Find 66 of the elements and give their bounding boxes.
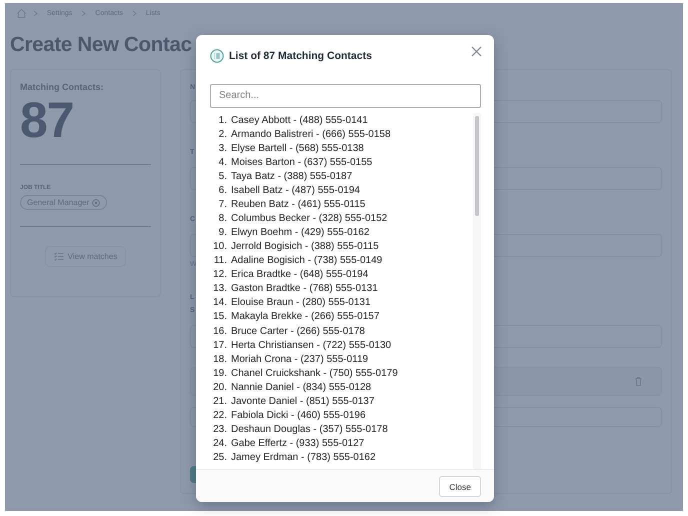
list-number: 2. xyxy=(218,128,227,142)
contact-entry[interactable]: Moises Barton - (637) 555-0155 xyxy=(231,156,372,170)
chevron-icon xyxy=(81,10,86,16)
list-number: 16. xyxy=(212,324,227,339)
trash-icon[interactable] xyxy=(635,377,642,386)
contact-entry[interactable]: Herta Christiansen - (722) 555-0130 xyxy=(231,338,392,353)
list-number: 22. xyxy=(212,408,227,423)
list-number: 25. xyxy=(212,450,227,465)
contact-entry[interactable]: Gaston Bradtke - (768) 555-0131 xyxy=(231,282,378,296)
close-button[interactable]: Close xyxy=(439,476,481,497)
close-icon[interactable] xyxy=(471,46,482,58)
list-number: 11. xyxy=(212,254,227,268)
contact-entry[interactable]: Isabell Batz - (487) 555-0194 xyxy=(231,184,360,198)
contact-entry[interactable]: Deshaun Douglas - (357) 555-0178 xyxy=(231,422,388,437)
contact-entry[interactable]: Armando Balistreri - (666) 555-0158 xyxy=(231,128,391,142)
contact-entry[interactable]: Elwyn Boehm - (429) 555-0162 xyxy=(231,226,370,240)
list-number: 21. xyxy=(212,394,227,409)
contact-entry[interactable]: Erica Bradtke - (648) 555-0194 xyxy=(231,268,368,282)
list-number: 20. xyxy=(212,380,227,395)
modal-title: List of 87 Matching Contacts xyxy=(229,50,373,62)
list-number: 13. xyxy=(212,282,227,296)
list-icon xyxy=(210,48,224,63)
contact-entry[interactable]: Javonte Daniel - (851) 555-0137 xyxy=(231,394,374,409)
list-number: 18. xyxy=(212,352,227,367)
list-number: 1. xyxy=(218,114,227,128)
contact-entry[interactable]: Makayla Brekke - (266) 555-0157 xyxy=(231,310,380,325)
contact-entry[interactable]: Adaline Bogisich - (738) 555-0149 xyxy=(231,254,382,268)
list-number: 17. xyxy=(212,338,227,353)
contact-entry[interactable]: Bruce Carter - (266) 555-0178 xyxy=(231,324,365,339)
scrollbar[interactable] xyxy=(473,112,481,470)
contact-entry[interactable]: Chanel Cruickshank - (750) 555-0179 xyxy=(231,366,398,381)
contact-entry[interactable]: Casey Abbott - (488) 555-0141 xyxy=(231,114,368,128)
list-number: 12. xyxy=(212,268,227,282)
contact-entry[interactable]: Reuben Batz - (461) 555-0115 xyxy=(231,198,366,212)
list-number: 6. xyxy=(218,184,227,198)
contact-entry[interactable]: Moriah Crona - (237) 555-0119 xyxy=(231,352,368,367)
list-number: 5. xyxy=(218,170,227,184)
list-number: 19. xyxy=(212,366,227,381)
search-field[interactable]: Search... xyxy=(210,84,481,108)
home-icon[interactable] xyxy=(16,8,27,18)
contact-count: 87 xyxy=(20,94,75,146)
contact-entry[interactable]: Fabiola Dicki - (460) 555-0196 xyxy=(231,408,366,423)
checklist-icon xyxy=(54,252,64,261)
matching-contacts-label: Matching Contacts: xyxy=(20,82,105,92)
contact-entry[interactable]: Jerrold Bogisich - (388) 555-0115 xyxy=(231,240,379,254)
list-number: 23. xyxy=(212,422,227,437)
list-number: 15. xyxy=(212,310,227,324)
list-number: 8. xyxy=(218,212,227,226)
list-number: 4. xyxy=(218,156,227,170)
chevron-icon xyxy=(132,10,137,16)
contact-entry[interactable]: Columbus Becker - (328) 555-0152 xyxy=(231,212,388,226)
contact-entry[interactable]: Taya Batz - (388) 555-0187 xyxy=(231,170,352,184)
list-number: 24. xyxy=(212,436,227,451)
page-title: Create New Contac xyxy=(10,32,192,58)
contact-entry[interactable]: Jamey Erdman - (783) 555-0162 xyxy=(231,450,376,465)
remove-icon[interactable] xyxy=(92,198,100,206)
list-number: 14. xyxy=(212,296,227,310)
list-number: 9. xyxy=(218,226,227,240)
contact-entry[interactable]: Gabe Effertz - (933) 555-0127 xyxy=(231,436,364,451)
list-number: 3. xyxy=(218,142,227,156)
list-number: 10. xyxy=(212,240,227,254)
chevron-icon xyxy=(33,10,38,16)
contact-entry[interactable]: Elouise Braun - (280) 555-0131 xyxy=(231,296,371,310)
contact-entry[interactable]: Elyse Bartell - (568) 555-0138 xyxy=(231,142,364,156)
contact-entry[interactable]: Nannie Daniel - (834) 555-0128 xyxy=(231,380,372,395)
list-number: 7. xyxy=(218,198,227,212)
